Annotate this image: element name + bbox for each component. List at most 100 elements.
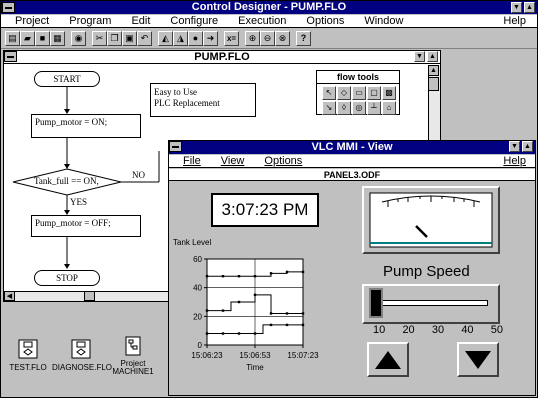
mmi-menubar: File View Options Help xyxy=(169,155,535,168)
flow-scroll-left-button[interactable]: ◀ xyxy=(4,291,15,301)
flow-titlebar[interactable]: PUMP.FLO xyxy=(4,51,440,64)
increase-speed-button[interactable] xyxy=(367,342,409,377)
pump-speed-slider[interactable] xyxy=(362,284,500,324)
pump-on-box[interactable]: Pump_motor = ON; xyxy=(31,114,141,138)
slider-thumb[interactable] xyxy=(369,288,383,318)
build-icon[interactable]: ◭ xyxy=(158,31,173,46)
minimize-button[interactable]: ▼ xyxy=(511,2,522,13)
zoom-fit-icon[interactable]: ⊗ xyxy=(275,31,290,46)
data-point xyxy=(269,272,273,275)
data-point xyxy=(205,275,209,278)
new-icon[interactable]: ▤ xyxy=(5,31,20,46)
note-box[interactable]: Easy to Use PLC Replacement xyxy=(150,83,256,117)
project-icon xyxy=(125,336,141,356)
mmi-titlebar[interactable]: VLC MMI - View xyxy=(169,141,535,154)
x-tick-label: 15:06:53 xyxy=(239,351,271,360)
run-icon[interactable]: ● xyxy=(188,31,203,46)
start-node[interactable]: START xyxy=(34,71,100,87)
flow-maximize-button[interactable]: ▲ xyxy=(427,51,438,62)
select-tool-icon[interactable]: ↖ xyxy=(322,86,336,100)
up-arrow-icon xyxy=(375,350,401,369)
link-tool-icon[interactable]: ↘ xyxy=(322,101,336,115)
menu-project[interactable]: Project xyxy=(5,15,59,27)
menu-options[interactable]: Options xyxy=(296,15,354,27)
copy-icon[interactable]: ❐ xyxy=(107,31,122,46)
stop-node[interactable]: STOP xyxy=(34,270,100,286)
print-icon[interactable]: ▦ xyxy=(50,31,65,46)
flow-minimize-button[interactable]: ▼ xyxy=(414,51,425,62)
start-tool-icon[interactable]: ◇ xyxy=(337,86,351,100)
project-icon-area: TEST.FLO DIAGNOSE.FLO Project MACHINE1 xyxy=(4,335,164,388)
decrease-speed-button[interactable] xyxy=(457,342,499,377)
no-label: NO xyxy=(132,170,145,180)
data-point xyxy=(205,332,209,335)
slider-track xyxy=(374,300,488,306)
note-tool-icon[interactable]: ▢ xyxy=(367,86,381,100)
panel-title-bar: PANEL3.ODF xyxy=(169,169,535,181)
menu-execution[interactable]: Execution xyxy=(228,15,296,27)
data-point xyxy=(237,332,241,335)
pump-speed-label: Pump Speed xyxy=(383,263,470,280)
flow-tools-title: flow tools xyxy=(317,71,399,84)
flow-scroll-up-button[interactable]: ▲ xyxy=(428,65,439,76)
app-titlebar[interactable]: Control Designer - PUMP.FLO xyxy=(1,1,537,14)
down-arrow-icon xyxy=(465,350,491,369)
step-icon[interactable]: ➜ xyxy=(203,31,218,46)
menu-window[interactable]: Window xyxy=(354,15,413,27)
paste-icon[interactable]: ▣ xyxy=(122,31,137,46)
data-point xyxy=(269,323,273,327)
data-point xyxy=(237,300,241,304)
data-point xyxy=(269,312,273,315)
find-icon[interactable]: ◉ xyxy=(71,31,86,46)
decision-tool-icon[interactable]: ◊ xyxy=(337,101,351,115)
cut-icon[interactable]: ✂ xyxy=(92,31,107,46)
menu-program[interactable]: Program xyxy=(59,15,121,27)
flow-hscroll-thumb[interactable] xyxy=(84,291,95,301)
help-icon[interactable]: ? xyxy=(296,31,311,46)
save-icon[interactable]: ■ xyxy=(35,31,50,46)
test-flo-icon[interactable]: TEST.FLO xyxy=(8,338,48,372)
flow-file-icon xyxy=(18,339,38,359)
data-point xyxy=(253,293,257,297)
app-title: Control Designer - PUMP.FLO xyxy=(191,1,347,13)
clock-display: 3:07:23 PM xyxy=(211,193,319,227)
decision-label[interactable]: Tank_full == ON, xyxy=(34,176,99,186)
x-tick-label: 15:06:23 xyxy=(191,351,223,360)
stop-tool-icon[interactable]: ◎ xyxy=(352,101,366,115)
data-point xyxy=(285,312,289,315)
mmi-menu-view[interactable]: View xyxy=(211,155,255,167)
data-point xyxy=(301,270,305,274)
y-tick-label: 40 xyxy=(193,284,202,293)
mmi-menu-file[interactable]: File xyxy=(173,155,211,167)
download-icon[interactable]: ◮ xyxy=(173,31,188,46)
zoom-in-icon[interactable]: ⊕ xyxy=(245,31,260,46)
menu-configure[interactable]: Configure xyxy=(160,15,228,27)
project-machine1-icon[interactable]: Project MACHINE1 xyxy=(112,335,154,376)
subflow-tool-icon[interactable]: ⌂ xyxy=(382,101,396,115)
image-tool-icon[interactable]: ▩ xyxy=(382,86,396,100)
open-icon[interactable]: ▰ xyxy=(20,31,35,46)
variable-icon[interactable]: x= xyxy=(224,31,239,46)
zoom-out-icon[interactable]: ⊖ xyxy=(260,31,275,46)
maximize-button[interactable]: ▲ xyxy=(524,2,535,13)
mmi-menu-help[interactable]: Help xyxy=(493,155,535,167)
mmi-minimize-button[interactable]: ▼ xyxy=(509,141,520,152)
pump-off-box[interactable]: Pump_motor = OFF; xyxy=(31,215,141,237)
clock-text: 3:07:23 PM xyxy=(221,200,309,219)
undo-icon[interactable]: ↶ xyxy=(137,31,152,46)
menu-help[interactable]: Help xyxy=(493,15,537,27)
mmi-menu-options[interactable]: Options xyxy=(254,155,312,167)
flow-scroll-thumb[interactable] xyxy=(428,77,439,91)
menu-edit[interactable]: Edit xyxy=(121,15,160,27)
mmi-maximize-button[interactable]: ▲ xyxy=(522,141,533,152)
mmi-system-menu-icon[interactable] xyxy=(169,141,182,152)
diagnose-flo-icon[interactable]: DIAGNOSE.FLO xyxy=(52,338,112,372)
data-point xyxy=(253,332,257,335)
flow-file-icon xyxy=(71,339,91,359)
data-point xyxy=(221,332,225,335)
system-menu-icon[interactable] xyxy=(2,2,15,13)
action-tool-icon[interactable]: ▭ xyxy=(352,86,366,100)
flow-system-menu-icon[interactable] xyxy=(4,51,17,62)
io-tool-icon[interactable]: ┴ xyxy=(367,101,381,115)
yes-label: YES xyxy=(70,197,88,207)
